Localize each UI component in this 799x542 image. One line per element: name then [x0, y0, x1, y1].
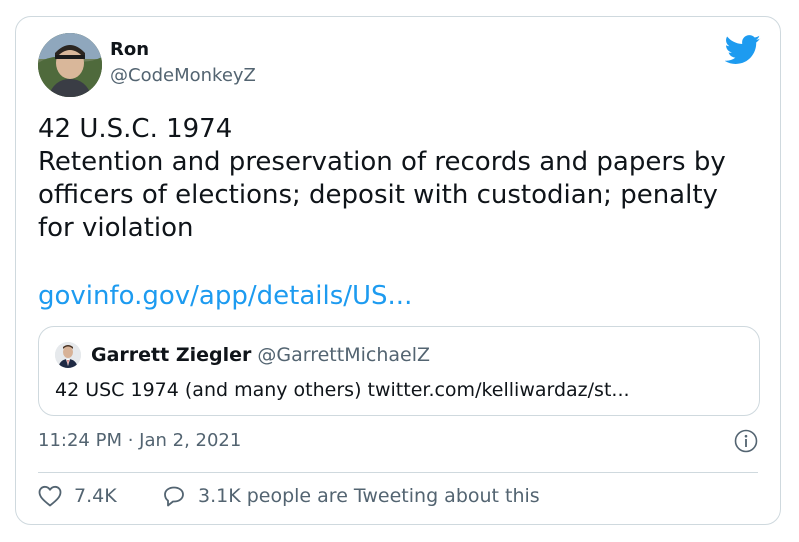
quoted-name: Garrett Ziegler [91, 344, 252, 366]
conversation-text: 3.1K people are Tweeting about this [198, 485, 540, 507]
quoted-tweet[interactable]: Garrett Ziegler @GarrettMichaelZ 42 USC 1… [38, 326, 760, 416]
speech-bubble-icon [164, 486, 184, 507]
tweet-card[interactable]: Ron @CodeMonkeyZ 42 U.S.C. 1974 Retentio… [15, 16, 781, 525]
author-name[interactable]: Ron [110, 39, 149, 60]
info-icon[interactable] [734, 429, 758, 453]
avatar[interactable] [38, 33, 102, 97]
conversation-button[interactable]: 3.1K people are Tweeting about this [162, 485, 540, 507]
quoted-avatar[interactable] [55, 342, 81, 368]
tweet-line: 42 U.S.C. 1974 [38, 114, 233, 144]
tweet-timestamp[interactable]: 11:24 PM · Jan 2, 2021 [38, 430, 241, 451]
quoted-author: Garrett Ziegler @GarrettMichaelZ [91, 344, 430, 366]
tweet-line: for violation [38, 213, 194, 243]
tweet-line: officers of elections; deposit with cust… [38, 180, 718, 210]
like-button[interactable]: 7.4K [38, 485, 117, 507]
tweet-link[interactable]: govinfo.gov/app/details/US... [38, 281, 412, 311]
author-handle[interactable]: @CodeMonkeyZ [110, 65, 256, 86]
divider [38, 472, 758, 473]
like-count: 7.4K [74, 485, 117, 507]
tweet-line: Retention and preservation of records an… [38, 147, 726, 177]
tweet-text: 42 U.S.C. 1974 Retention and preservatio… [38, 113, 758, 245]
quoted-text: 42 USC 1974 (and many others) twitter.co… [55, 379, 630, 401]
quoted-handle: @GarrettMichaelZ [257, 344, 430, 366]
twitter-bird-icon[interactable] [724, 35, 761, 65]
heart-icon [38, 485, 62, 507]
